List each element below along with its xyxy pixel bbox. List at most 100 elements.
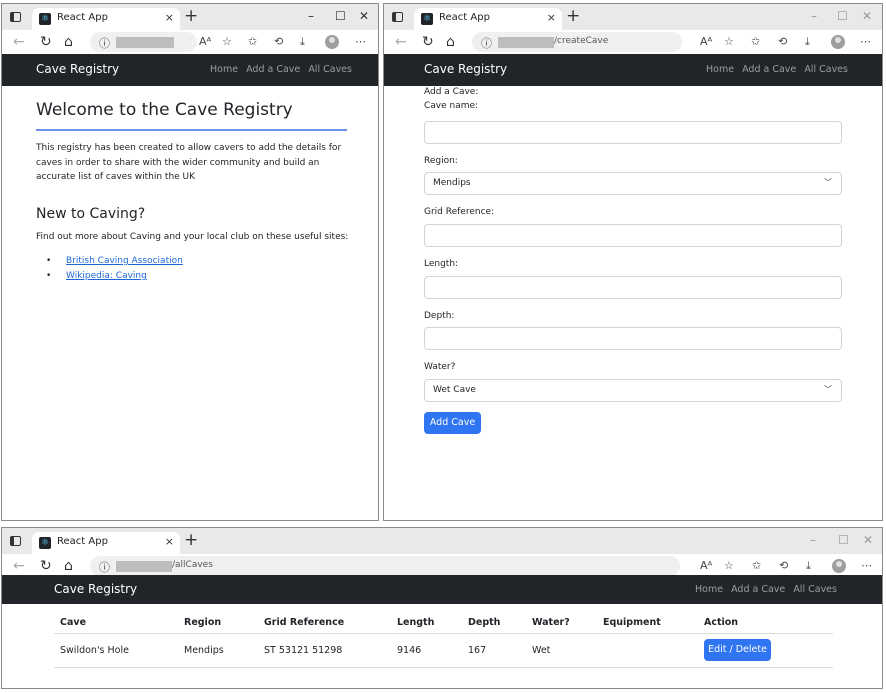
cell-depth: 167 xyxy=(462,633,526,668)
back-icon[interactable]: ← xyxy=(13,34,25,50)
back-icon[interactable]: ← xyxy=(395,34,407,50)
history-icon[interactable]: ⟲ xyxy=(779,559,788,572)
browser-tab[interactable]: ⚛ React App × xyxy=(32,8,180,30)
history-icon[interactable]: ⟲ xyxy=(274,35,283,48)
nav-add-cave[interactable]: Add a Cave xyxy=(246,64,300,75)
chevron-down-icon: ﹀ xyxy=(824,178,832,187)
tab-actions-icon[interactable] xyxy=(392,12,403,22)
water-label: Water? xyxy=(424,362,456,372)
browser-tab[interactable]: ⚛ React App × xyxy=(414,8,562,30)
app-navbar: Cave Registry Home Add a Cave All Caves xyxy=(2,575,882,604)
grid-reference-input[interactable] xyxy=(424,224,842,247)
url-field[interactable]: ⓘ /createCave xyxy=(472,32,682,52)
favorite-icon[interactable]: ☆ xyxy=(724,559,734,572)
nav-all-caves[interactable]: All Caves xyxy=(793,584,837,595)
new-tab-button[interactable]: + xyxy=(184,6,198,26)
refresh-icon[interactable]: ↻ xyxy=(40,34,52,50)
length-label: Length: xyxy=(424,259,459,269)
nav-add-cave[interactable]: Add a Cave xyxy=(731,584,785,595)
water-select[interactable]: Wet Cave ﹀ xyxy=(424,379,842,402)
favorites-icon[interactable]: ✩ xyxy=(751,35,760,48)
maximize-button[interactable]: ☐ xyxy=(838,533,849,547)
region-value: Mendips xyxy=(433,178,471,188)
bca-link[interactable]: British Caving Association xyxy=(66,256,183,266)
home-icon[interactable]: ⌂ xyxy=(64,558,73,574)
url-redacted xyxy=(498,37,554,48)
maximize-button[interactable]: ☐ xyxy=(837,9,848,23)
length-input[interactable] xyxy=(424,276,842,299)
favorites-icon[interactable]: ✩ xyxy=(752,559,761,572)
browser-tab[interactable]: ⚛ React App × xyxy=(32,532,180,554)
favorite-icon[interactable]: ☆ xyxy=(724,35,734,48)
cell-equipment xyxy=(597,633,698,668)
minimize-button[interactable]: – xyxy=(308,9,314,23)
read-aloud-icon[interactable]: Aᴬ xyxy=(700,35,712,48)
home-icon[interactable]: ⌂ xyxy=(446,34,455,50)
more-icon[interactable]: ⋯ xyxy=(355,35,366,48)
brand-link[interactable]: Cave Registry xyxy=(424,62,507,76)
info-icon[interactable]: ⓘ xyxy=(99,35,110,51)
home-page: Welcome to the Cave Registry This regist… xyxy=(2,86,378,520)
table-row: Swildon's Hole Mendips ST 53121 51298 91… xyxy=(54,633,833,668)
home-icon[interactable]: ⌂ xyxy=(64,34,73,50)
cell-region: Mendips xyxy=(178,633,258,668)
refresh-icon[interactable]: ↻ xyxy=(422,34,434,50)
nav-all-caves[interactable]: All Caves xyxy=(804,64,848,75)
region-select[interactable]: Mendips ﹀ xyxy=(424,172,842,195)
edit-delete-button[interactable]: Edit / Delete xyxy=(704,639,771,661)
more-icon[interactable]: ⋯ xyxy=(861,559,872,572)
close-tab-icon[interactable]: × xyxy=(165,535,174,548)
brand-link[interactable]: Cave Registry xyxy=(54,582,137,596)
cave-name-input[interactable] xyxy=(424,121,842,144)
wikipedia-link[interactable]: Wikipedia: Caving xyxy=(66,271,147,281)
tab-title: React App xyxy=(439,12,490,23)
history-icon[interactable]: ⟲ xyxy=(778,35,787,48)
nav-links: Home Add a Cave All Caves xyxy=(690,584,837,595)
more-icon[interactable]: ⋯ xyxy=(860,35,871,48)
nav-home[interactable]: Home xyxy=(695,584,723,595)
url-field[interactable]: ⓘ xyxy=(90,32,197,52)
close-window-button[interactable]: ✕ xyxy=(359,9,369,23)
profile-avatar[interactable] xyxy=(831,35,845,49)
minimize-button[interactable]: – xyxy=(811,9,817,23)
favorite-icon[interactable]: ☆ xyxy=(222,35,232,48)
maximize-button[interactable]: ☐ xyxy=(335,9,346,23)
form-title: Add a Cave: xyxy=(424,87,479,97)
tab-actions-icon[interactable] xyxy=(10,536,21,546)
download-icon[interactable]: ⤓ xyxy=(806,559,811,573)
new-tab-button[interactable]: + xyxy=(566,6,580,26)
profile-avatar[interactable] xyxy=(832,559,846,573)
tab-bar: ⚛ React App × + – ☐ ✕ xyxy=(2,528,882,554)
close-window-button[interactable]: ✕ xyxy=(863,533,873,547)
new-tab-button[interactable]: + xyxy=(184,530,198,550)
col-length: Length xyxy=(391,613,462,634)
nav-all-caves[interactable]: All Caves xyxy=(308,64,352,75)
close-window-button[interactable]: ✕ xyxy=(862,9,872,23)
url-field[interactable]: ⓘ /allCaves xyxy=(90,556,680,576)
read-aloud-icon[interactable]: Aᴬ xyxy=(700,559,712,572)
browser-window-all-caves: ⚛ React App × + – ☐ ✕ ← ↻ ⌂ ⓘ /allCaves … xyxy=(1,527,883,689)
react-icon: ⚛ xyxy=(39,13,51,25)
download-icon[interactable]: ⤓ xyxy=(300,35,305,49)
nav-add-cave[interactable]: Add a Cave xyxy=(742,64,796,75)
minimize-button[interactable]: – xyxy=(810,533,816,547)
download-icon[interactable]: ⤓ xyxy=(805,35,810,49)
info-icon[interactable]: ⓘ xyxy=(481,35,492,51)
refresh-icon[interactable]: ↻ xyxy=(40,558,52,574)
info-icon[interactable]: ⓘ xyxy=(99,559,110,575)
nav-home[interactable]: Home xyxy=(706,64,734,75)
profile-avatar[interactable] xyxy=(325,35,339,49)
close-tab-icon[interactable]: × xyxy=(547,11,556,24)
page-title: Welcome to the Cave Registry xyxy=(36,100,293,120)
read-aloud-icon[interactable]: Aᴬ xyxy=(199,35,211,48)
favorites-icon[interactable]: ✩ xyxy=(248,35,257,48)
add-cave-button[interactable]: Add Cave xyxy=(424,412,481,434)
brand-link[interactable]: Cave Registry xyxy=(36,62,119,76)
cave-name-label: Cave name: xyxy=(424,101,479,111)
back-icon[interactable]: ← xyxy=(13,558,25,574)
close-tab-icon[interactable]: × xyxy=(165,11,174,24)
url-redacted xyxy=(116,37,174,48)
tab-actions-icon[interactable] xyxy=(10,12,21,22)
nav-home[interactable]: Home xyxy=(210,64,238,75)
depth-input[interactable] xyxy=(424,327,842,350)
